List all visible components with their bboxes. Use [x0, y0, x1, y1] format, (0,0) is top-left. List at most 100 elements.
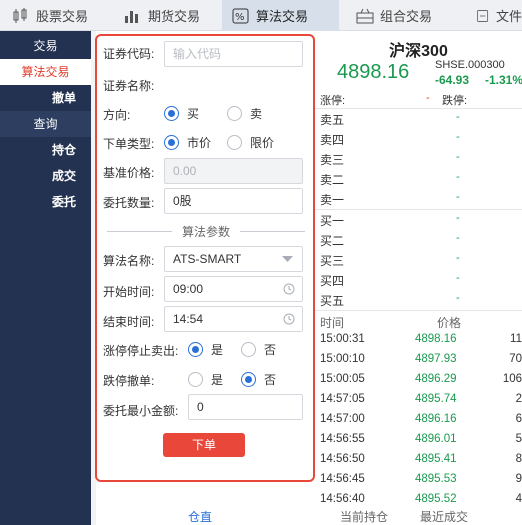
sidebar-item-algo-trading[interactable]: 算法交易: [0, 59, 91, 85]
clock-icon: [283, 313, 295, 325]
price-change: -64.93: [435, 73, 470, 87]
ask-value: -: [456, 151, 460, 163]
tab-portfolio-trading[interactable]: 组合交易: [356, 0, 454, 31]
tick-row: 15:00:05 4896.29 106: [315, 373, 522, 392]
instrument-title: 沪深300: [389, 43, 448, 60]
separator: [315, 209, 522, 210]
tick-time: 15:00:05: [320, 373, 365, 385]
base-price-label: 基准价格:: [103, 166, 155, 180]
tab-label: 期货交易: [148, 9, 201, 24]
quantity-label: 委托数量:: [103, 196, 155, 210]
limit-down-no-radio[interactable]: 否: [241, 371, 276, 388]
tab-algo-trading[interactable]: % 算法交易: [222, 0, 339, 31]
market-text: 市价: [187, 136, 212, 150]
sidebar-item-position[interactable]: 持仓: [0, 137, 91, 163]
limit-down-yes-radio[interactable]: 是: [188, 371, 223, 388]
sell-radio[interactable]: 卖: [227, 105, 262, 122]
tab-stock-trading[interactable]: 股票交易: [12, 0, 110, 31]
tick-time: 14:56:55: [320, 433, 365, 445]
tick-row: 14:56:55 4896.01 5: [315, 433, 522, 452]
submit-order-button[interactable]: 下单: [163, 433, 245, 457]
instrument-code: SHSE.000300: [435, 59, 505, 71]
tick-row: 15:00:31 4898.16 11: [315, 333, 522, 352]
bid-level: 买五: [320, 294, 345, 308]
tick-volume: 5: [515, 433, 522, 445]
tick-price: 4895.74: [415, 393, 457, 405]
tab-label: 算法交易: [256, 9, 309, 24]
separator: [315, 310, 522, 311]
no-text: 否: [264, 373, 277, 387]
ask-value: -: [456, 131, 460, 143]
radio-circle: [188, 342, 203, 357]
tick-time: 14:56:40: [320, 493, 365, 505]
sidebar-item-deals[interactable]: 成交: [0, 163, 91, 189]
limit-up-yes-radio[interactable]: 是: [188, 341, 223, 358]
base-price-input[interactable]: 0.00: [164, 158, 303, 184]
sidebar-item-cancel[interactable]: 撤单: [0, 85, 91, 111]
svg-text:%: %: [235, 12, 245, 23]
bottom-tab-info[interactable]: 仓直: [188, 508, 212, 525]
buy-radio[interactable]: 买: [164, 105, 199, 122]
tick-row: 15:00:10 4897.93 70: [315, 353, 522, 372]
code-input[interactable]: 输入代码: [164, 41, 303, 67]
tab-label: 组合交易: [380, 9, 433, 24]
tab-file[interactable]: 文件: [476, 0, 522, 31]
tick-volume: 9: [515, 473, 522, 485]
algo-name-label: 算法名称:: [103, 254, 155, 268]
tab-futures-trading[interactable]: 期货交易: [124, 0, 222, 31]
min-amount-input[interactable]: 0: [188, 394, 303, 420]
sidebar: 交易 算法交易 撤单 查询 持仓 成交 委托: [0, 31, 91, 525]
divider-line: [107, 230, 172, 232]
limit-up-value: -: [426, 92, 430, 104]
yes-text: 是: [211, 373, 224, 387]
no-text: 否: [264, 343, 277, 357]
radio-circle: [227, 106, 242, 121]
algo-params-divider: 算法参数: [107, 224, 306, 239]
sidebar-head-query: 查询: [0, 111, 91, 137]
basket-icon: [356, 8, 374, 23]
tick-row: 14:57:00 4896.16 6: [315, 413, 522, 432]
tick-volume: 8: [515, 453, 522, 465]
quantity-input[interactable]: 0股: [164, 188, 303, 214]
tick-time: 15:00:31: [320, 333, 365, 345]
algo-select[interactable]: ATS-SMART: [164, 246, 303, 272]
limit-radio[interactable]: 限价: [227, 134, 274, 151]
bid-value: -: [456, 232, 460, 244]
algo-order-form: 证券代码: 输入代码 证券名称: 方向: 买 卖 下单类型: 市价 限价 基准价…: [95, 34, 315, 482]
tick-volume: 106: [502, 373, 522, 385]
ask-value: -: [456, 171, 460, 183]
sidebar-item-orders[interactable]: 委托: [0, 189, 91, 215]
ask-level: 卖五: [320, 113, 345, 127]
limit-up-no-radio[interactable]: 否: [241, 341, 276, 358]
tick-price: 4896.01: [415, 433, 457, 445]
tick-row: 14:56:45 4895.53 9: [315, 473, 522, 492]
market-radio[interactable]: 市价: [164, 134, 211, 151]
tick-volume: 2: [515, 393, 522, 405]
start-time-value: 09:00: [173, 282, 204, 296]
separator: [315, 108, 522, 109]
end-time-value: 14:54: [173, 312, 204, 326]
tick-volume: 6: [515, 413, 522, 425]
bottom-tab-positions[interactable]: 当前持仓: [340, 508, 388, 525]
radio-circle: [164, 135, 179, 150]
bottom-tab-recent-deals[interactable]: 最近成交: [420, 508, 468, 525]
name-label: 证券名称:: [103, 79, 155, 93]
tick-price: 4896.16: [415, 413, 457, 425]
limit-down-label: 跌停:: [442, 95, 468, 107]
candlestick-icon: [13, 7, 27, 23]
sell-text: 卖: [250, 107, 263, 121]
ask-value: -: [456, 111, 460, 123]
clock-icon: [283, 283, 295, 295]
tick-price: 4895.41: [415, 453, 457, 465]
tick-volume: 11: [510, 333, 522, 345]
chevron-down-icon: [282, 256, 293, 262]
last-price: 4898.16: [337, 61, 410, 83]
code-label: 证券代码:: [103, 47, 155, 61]
start-time-input[interactable]: 09:00: [164, 276, 303, 302]
limit-text: 限价: [250, 136, 275, 150]
ask-level: 卖三: [320, 153, 345, 167]
end-time-input[interactable]: 14:54: [164, 306, 303, 332]
algo-selected-value: ATS-SMART: [173, 252, 242, 266]
sidebar-head-trade: 交易: [33, 39, 58, 53]
start-time-label: 开始时间:: [103, 285, 155, 299]
